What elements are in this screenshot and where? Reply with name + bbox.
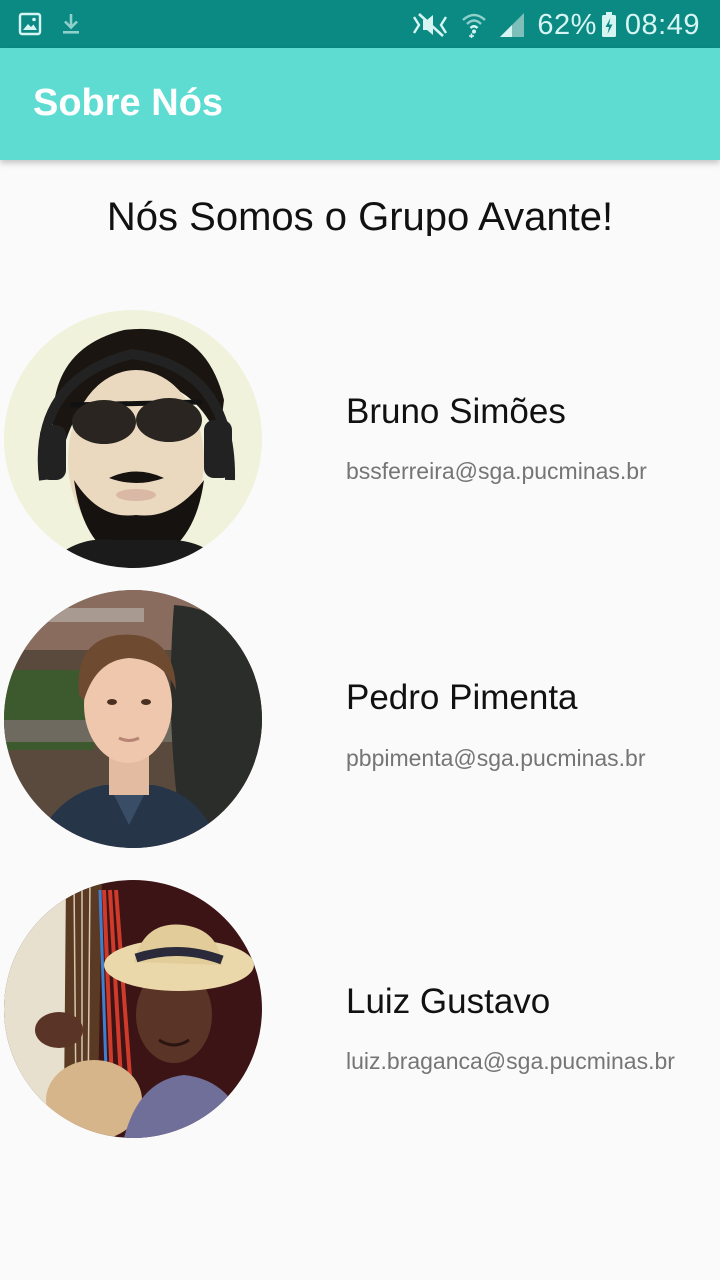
- member-avatar: [4, 880, 262, 1138]
- app-title: Sobre Nós: [33, 82, 224, 124]
- member-card-luiz: Luiz Gustavo luiz.braganca@sga.pucminas.…: [0, 880, 720, 1140]
- clock: 08:49: [624, 8, 700, 41]
- member-email[interactable]: pbpimenta@sga.pucminas.br: [346, 745, 646, 772]
- battery-percentage: 62%: [537, 8, 597, 41]
- member-card-pedro: Pedro Pimenta pbpimenta@sga.pucminas.br: [0, 590, 720, 850]
- member-name: Bruno Simões: [346, 392, 566, 431]
- member-email[interactable]: bssferreira@sga.pucminas.br: [346, 458, 647, 485]
- signal-icon: [499, 12, 525, 38]
- member-name: Pedro Pimenta: [346, 678, 578, 717]
- status-bar: 62% 08:49: [0, 0, 720, 48]
- member-email[interactable]: luiz.braganca@sga.pucminas.br: [346, 1048, 675, 1075]
- battery-charging-icon: [601, 12, 617, 38]
- gallery-icon: [18, 12, 42, 36]
- member-avatar: [4, 310, 262, 568]
- wifi-icon: [461, 11, 487, 39]
- mute-icon: [411, 12, 449, 38]
- member-avatar: [4, 590, 262, 848]
- member-name: Luiz Gustavo: [346, 982, 551, 1021]
- page-heading: Nós Somos o Grupo Avante!: [106, 195, 614, 236]
- download-icon: [60, 12, 82, 36]
- app-bar: Sobre Nós: [0, 48, 720, 160]
- member-card-bruno: Bruno Simões bssferreira@sga.pucminas.br: [0, 310, 720, 570]
